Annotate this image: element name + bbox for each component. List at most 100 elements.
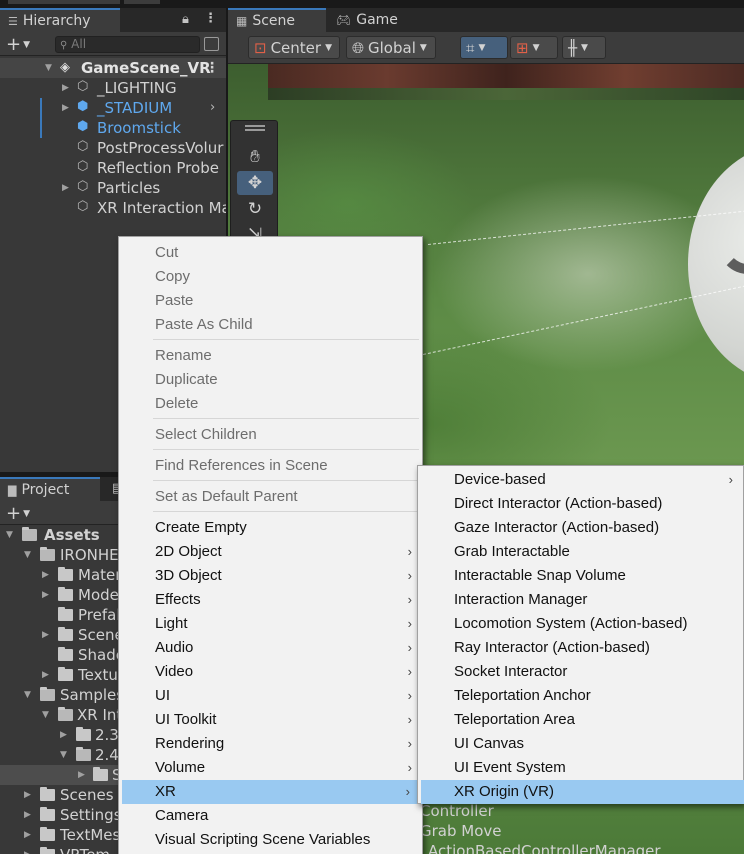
menu-item-cut[interactable]: Cut	[119, 241, 422, 265]
menu-item-effects[interactable]: Effects ›	[119, 588, 422, 612]
menu-item-create-empty[interactable]: Create Empty	[119, 516, 422, 540]
menu-item-3d-object[interactable]: 3D Object ›	[119, 564, 422, 588]
expand-arrow-icon[interactable]: ▶	[24, 845, 31, 854]
menu-item-duplicate[interactable]: Duplicate	[119, 368, 422, 392]
more-menu-icon[interactable]: ⋮	[204, 11, 217, 26]
submenu-item-gaze-interactor[interactable]: Gaze Interactor (Action-based)	[418, 516, 743, 540]
top-tab-placeholder	[8, 0, 120, 4]
menu-item-ui-toolkit[interactable]: UI Toolkit ›	[119, 708, 422, 732]
submenu-item-socket-interactor[interactable]: Socket Interactor	[418, 660, 743, 684]
hand-tool-icon[interactable]: ✋︎	[237, 145, 273, 169]
gamepad-icon: 🎮︎	[336, 13, 352, 27]
menu-item-camera[interactable]: Camera	[119, 804, 422, 828]
expand-arrow-icon[interactable]: ▼	[42, 705, 49, 725]
hierarchy-item[interactable]: ⬢ Broomstick	[0, 118, 226, 138]
expand-arrow-icon[interactable]: ▶	[42, 585, 49, 605]
menu-item-volume[interactable]: Volume ›	[119, 756, 422, 780]
hierarchy-item[interactable]: ▶ ⬢ _STADIUM ›	[0, 98, 226, 118]
menu-item-set-default-parent[interactable]: Set as Default Parent	[119, 485, 422, 509]
rotate-tool-icon[interactable]: ↻	[237, 197, 273, 221]
menu-item-light[interactable]: Light ›	[119, 612, 422, 636]
space-dropdown[interactable]: 🌐︎ Global ▼	[346, 36, 436, 59]
menu-item-label: Paste As Child	[155, 316, 253, 333]
expand-arrow-icon[interactable]: ▼	[45, 58, 52, 78]
expand-arrow-icon[interactable]: ▶	[24, 825, 31, 845]
menu-item-ui[interactable]: UI ›	[119, 684, 422, 708]
hierarchy-item[interactable]: ⬡ XR Interaction Ma	[0, 198, 226, 218]
tab-project[interactable]: ▇ Project	[0, 477, 100, 501]
folder-icon	[93, 767, 108, 781]
lock-icon[interactable]: 🔒︎	[182, 12, 189, 27]
submenu-item-ray-interactor[interactable]: Ray Interactor (Action-based)	[418, 636, 743, 660]
menu-item-xr[interactable]: XR ›	[122, 780, 420, 804]
expand-arrow-icon[interactable]: ▶	[42, 665, 49, 685]
menu-item-rendering[interactable]: Rendering ›	[119, 732, 422, 756]
expand-arrow-icon[interactable]: ▶	[78, 765, 85, 785]
menu-item-find-references[interactable]: Find References in Scene	[119, 454, 422, 478]
submenu-item-xr-origin[interactable]: XR Origin (VR)	[421, 780, 744, 804]
menu-item-delete[interactable]: Delete	[119, 392, 422, 416]
menu-item-2d-object[interactable]: 2D Object ›	[119, 540, 422, 564]
hierarchy-item-scene[interactable]: ▼ ◈ GameScene_VR ⋮	[0, 58, 226, 78]
expand-arrow-icon[interactable]: ▶	[60, 725, 67, 745]
expand-arrow-icon[interactable]: ▼	[60, 745, 67, 765]
folder-icon	[40, 827, 55, 841]
project-item-label: VRTem	[60, 845, 110, 854]
expand-arrow-icon[interactable]: ▶	[62, 78, 69, 98]
tab-hierarchy[interactable]: ☰ Hierarchy	[0, 8, 120, 32]
menu-item-audio[interactable]: Audio ›	[119, 636, 422, 660]
scene-more-icon[interactable]: ⋮	[205, 58, 219, 78]
ruler-toggle[interactable]: ╫ ▼	[562, 36, 606, 59]
expand-arrow-icon[interactable]: ▼	[24, 545, 31, 565]
menu-item-label: Copy	[155, 268, 191, 285]
expand-arrow-icon[interactable]: ▼	[24, 685, 31, 705]
submenu-item-teleportation-anchor[interactable]: Teleportation Anchor	[418, 684, 743, 708]
expand-arrow-icon[interactable]: ▶	[42, 625, 49, 645]
menu-item-paste[interactable]: Paste	[119, 289, 422, 313]
submenu-item-interactable-snap-volume[interactable]: Interactable Snap Volume	[418, 564, 743, 588]
create-asset-button[interactable]: + ▼	[6, 503, 30, 524]
menu-item-paste-as-child[interactable]: Paste As Child	[119, 313, 422, 337]
submenu-item-direct-interactor[interactable]: Direct Interactor (Action-based)	[418, 492, 743, 516]
context-menu: Cut Copy Paste Paste As Child Rename Dup…	[118, 236, 423, 854]
create-button[interactable]: + ▼	[6, 34, 30, 55]
scene-toolbar: ⊡ Center ▼ 🌐︎ Global ▼ ⌗ ▼ ⊞ ▼ ╫ ▼	[228, 32, 744, 64]
submenu-item-device-based[interactable]: Device-based ›	[418, 468, 743, 492]
submenu-item-locomotion-system[interactable]: Locomotion System (Action-based)	[418, 612, 743, 636]
expand-arrow-icon[interactable]: ▶	[24, 805, 31, 825]
hierarchy-item[interactable]: ⬡ PostProcessVolur	[0, 138, 226, 158]
expand-arrow-icon[interactable]: ▼	[6, 525, 13, 545]
search-input[interactable]: ⚲ All	[55, 36, 200, 53]
expand-arrow-icon[interactable]: ▶	[62, 178, 69, 198]
expand-arrow-icon[interactable]: ▶	[62, 98, 69, 118]
submenu-item-teleportation-area[interactable]: Teleportation Area	[418, 708, 743, 732]
tab-game[interactable]: 🎮︎ Game	[328, 8, 408, 32]
menu-item-visual-scripting-scene-variables[interactable]: Visual Scripting Scene Variables	[119, 828, 422, 852]
expand-arrow-icon[interactable]: ▶	[24, 785, 31, 805]
hierarchy-item[interactable]: ▶ ⬡ Particles	[0, 178, 226, 198]
menu-item-video[interactable]: Video ›	[119, 660, 422, 684]
submenu-item-ui-canvas[interactable]: UI Canvas	[418, 732, 743, 756]
folder-icon	[76, 727, 91, 741]
increment-snap-toggle[interactable]: ⊞ ▼	[510, 36, 558, 59]
background-text-line: ActionBasedControllerManager	[428, 842, 661, 854]
submenu-item-ui-event-system[interactable]: UI Event System	[418, 756, 743, 780]
submenu-item-grab-interactable[interactable]: Grab Interactable	[418, 540, 743, 564]
menu-item-copy[interactable]: Copy	[119, 265, 422, 289]
grid-snap-toggle[interactable]: ⌗ ▼	[460, 36, 508, 59]
menu-item-select-children[interactable]: Select Children	[119, 423, 422, 447]
drag-handle-icon[interactable]	[245, 125, 265, 127]
submenu-item-interaction-manager[interactable]: Interaction Manager	[418, 588, 743, 612]
search-by-type-icon[interactable]	[204, 37, 219, 51]
expand-arrow-icon[interactable]: ▶	[42, 565, 49, 585]
pivot-dropdown[interactable]: ⊡ Center ▼	[248, 36, 340, 59]
menu-item-rename[interactable]: Rename	[119, 344, 422, 368]
chevron-right-icon[interactable]: ›	[210, 98, 215, 118]
project-item-label: Scenes	[60, 786, 114, 804]
move-tool-icon[interactable]: ✥	[237, 171, 273, 195]
hierarchy-item[interactable]: ▶ ⬡ _LIGHTING	[0, 78, 226, 98]
hierarchy-item[interactable]: ⬡ Reflection Probe	[0, 158, 226, 178]
tab-scene[interactable]: ▦ Scene	[228, 8, 326, 32]
chevron-right-icon: ›	[407, 760, 412, 775]
list-icon: ☰	[8, 14, 18, 28]
